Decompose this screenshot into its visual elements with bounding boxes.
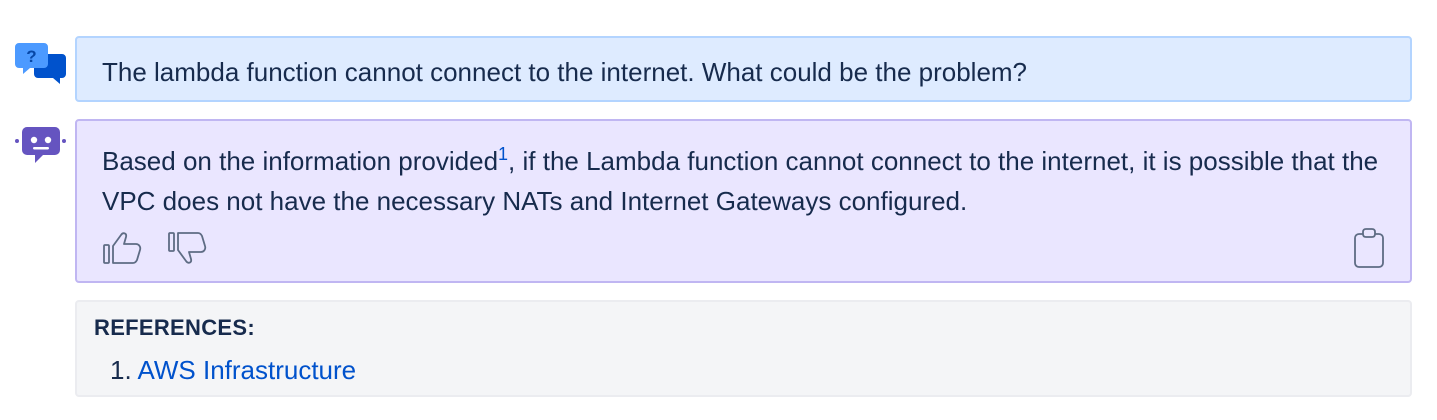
reference-number: 1. — [110, 355, 132, 385]
answer-bubble: Based on the information provided1, if t… — [75, 119, 1412, 283]
thumbs-down-icon — [168, 232, 207, 264]
copy-button[interactable] — [1351, 227, 1387, 269]
reference-link[interactable]: AWS Infrastructure — [137, 355, 356, 385]
answer-text: Based on the information provided1, if t… — [102, 141, 1382, 221]
question-bubble: The lambda function cannot connect to th… — [75, 36, 1412, 102]
citation-link[interactable]: 1 — [498, 144, 508, 164]
references-panel: REFERENCES: 1. AWS Infrastructure — [75, 300, 1412, 397]
thumbs-up-button[interactable] — [102, 229, 144, 269]
question-text: The lambda function cannot connect to th… — [102, 57, 1028, 87]
question-chat-icon: ? — [14, 40, 68, 84]
clipboard-icon — [1354, 228, 1384, 268]
answer-text-start: Based on the information provided — [102, 146, 499, 176]
reference-item: 1. AWS Infrastructure — [110, 354, 356, 386]
thumbs-down-button[interactable] — [167, 229, 209, 269]
svg-text:?: ? — [26, 47, 36, 66]
thumbs-up-icon — [103, 232, 142, 264]
bot-icon — [14, 124, 68, 168]
references-title: REFERENCES: — [94, 315, 255, 340]
